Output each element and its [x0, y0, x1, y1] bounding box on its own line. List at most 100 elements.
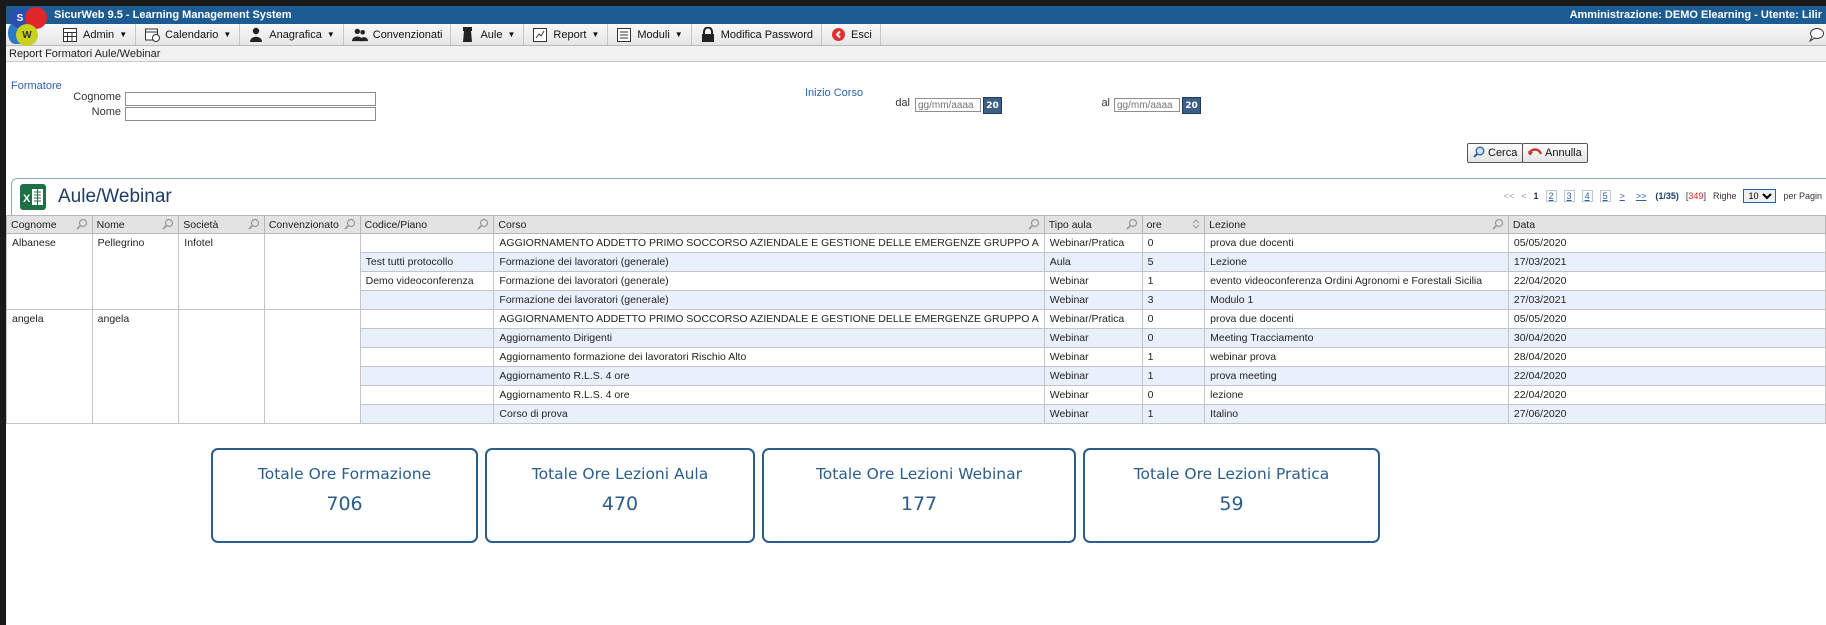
chat-icon[interactable] — [1808, 27, 1824, 45]
cognome-input[interactable] — [125, 92, 376, 106]
column-header-label: Lezione — [1209, 218, 1246, 231]
menu-anagrafica-label: Anagrafica — [269, 28, 322, 41]
menu-report[interactable]: Report ▼ — [524, 24, 609, 45]
cell-data: 05/05/2020 — [1507, 309, 1826, 329]
cell-corso: Aggiornamento R.L.S. 4 ore — [493, 385, 1045, 405]
cell-codice: Demo videoconferenza — [359, 271, 495, 291]
dal-calendar-icon[interactable]: 20 — [983, 97, 1002, 114]
cell-convenzionato — [263, 309, 361, 424]
inizio-corso-label: Inizio Corso — [805, 87, 864, 99]
total-card-label: Totale Ore Formazione — [257, 465, 432, 483]
column-header[interactable]: Società — [178, 215, 265, 234]
cell-ore: 0 — [1141, 385, 1206, 405]
calendar-icon — [144, 27, 160, 43]
column-search-icon[interactable] — [1126, 218, 1138, 233]
menu-convenzionati-label: Convenzionati — [372, 28, 443, 41]
cell-nome: angela — [91, 309, 180, 424]
nome-input[interactable] — [125, 107, 376, 121]
cell-corso: Formazione dei lavoratori (generale) — [493, 271, 1045, 291]
pager-page-link[interactable]: 3 — [1563, 190, 1575, 202]
per-page-label: per Pagin — [1783, 191, 1822, 201]
column-header[interactable]: Corso — [493, 215, 1045, 234]
cell-lezione: Modulo 1 — [1204, 290, 1509, 310]
cell-tipo: Webinar — [1043, 271, 1143, 291]
total-card-label: Totale Ore Lezioni Aula — [531, 465, 709, 483]
cell-corso: AGGIORNAMENTO ADDETTO PRIMO SOCCORSO AZI… — [493, 233, 1045, 253]
column-header-label: Cognome — [11, 218, 57, 231]
column-search-icon[interactable] — [1492, 218, 1504, 233]
column-header[interactable]: Convenzionato — [263, 215, 361, 234]
cell-ore: 3 — [1141, 290, 1206, 310]
cell-corso: Formazione dei lavoratori (generale) — [493, 290, 1045, 310]
dal-date-input[interactable] — [915, 98, 981, 112]
menu-calendario[interactable]: Calendario ▼ — [136, 24, 241, 45]
menu-aule[interactable]: Aule ▼ — [451, 24, 525, 45]
al-calendar-icon[interactable]: 20 — [1182, 97, 1201, 114]
admin-grid-icon — [62, 27, 78, 43]
menu-esci[interactable]: Esci — [822, 24, 881, 45]
cell-lezione: Meeting Tracciamento — [1204, 328, 1509, 348]
total-card-value: 59 — [1219, 493, 1244, 515]
pagination: << < 1 2 3 4 5 > >> (1/35) [349] Righe 1… — [1504, 189, 1822, 203]
excel-export-icon[interactable]: X — [20, 184, 46, 210]
table-row[interactable]: angela angela AGGIORNAMENTO ADDETTO PRIMO … — [6, 309, 1826, 424]
totale-ore-pratica-card: Totale Ore Lezioni Pratica 59 — [1083, 448, 1380, 543]
exit-icon — [830, 27, 846, 43]
sicurweb-logo[interactable]: S W — [8, 7, 54, 50]
cell-data: 22/04/2020 — [1507, 366, 1826, 386]
table-row[interactable]: Albanese Pellegrino Infotel AGGIORNAMENTO A… — [6, 233, 1826, 310]
menu-admin[interactable]: Admin ▼ — [54, 24, 137, 45]
column-search-icon[interactable] — [76, 218, 88, 233]
cell-codice — [359, 309, 495, 329]
column-header[interactable]: Data — [1507, 215, 1826, 234]
menu-anagrafica[interactable]: Anagrafica ▼ — [240, 24, 344, 45]
column-search-icon[interactable] — [248, 218, 260, 233]
column-header[interactable]: Nome — [91, 215, 180, 234]
column-header[interactable]: ore — [1141, 215, 1206, 234]
app-window: SicurWeb 9.5 - Learning Management Syste… — [6, 6, 1826, 625]
section-title: Aule/Webinar — [58, 186, 172, 207]
cell-lezione: Italino — [1204, 404, 1509, 424]
column-search-icon[interactable] — [344, 218, 356, 233]
column-header-label: Nome — [96, 218, 125, 231]
menu-aule-label: Aule — [480, 28, 503, 41]
cell-societa: Infotel — [178, 233, 265, 310]
cell-tipo: Webinar — [1043, 404, 1143, 424]
al-label: al — [1101, 97, 1110, 109]
al-date-input[interactable] — [1114, 98, 1180, 112]
sort-icon[interactable] — [1192, 218, 1200, 233]
column-header[interactable]: Lezione — [1204, 215, 1509, 234]
cerca-button[interactable]: Cerca — [1467, 143, 1524, 163]
column-header[interactable]: Tipo aula — [1043, 215, 1143, 234]
classroom-icon — [459, 27, 475, 43]
cell-ore: 0 — [1141, 328, 1206, 348]
column-search-icon[interactable] — [1028, 218, 1040, 233]
column-search-icon[interactable] — [477, 218, 489, 233]
totale-ore-aula-card: Totale Ore Lezioni Aula 470 — [485, 448, 755, 543]
menu-convenzionati[interactable]: Convenzionati — [344, 24, 452, 45]
pager-first[interactable]: << — [1504, 191, 1515, 201]
cell-data: 27/06/2020 — [1507, 404, 1826, 424]
total-card-value: 706 — [326, 493, 363, 515]
pager-prev[interactable]: < — [1521, 191, 1526, 201]
cell-codice — [359, 385, 495, 405]
pager-page-link[interactable]: 4 — [1581, 190, 1593, 202]
title-bar: SicurWeb 9.5 - Learning Management Syste… — [6, 6, 1826, 24]
menu-moduli[interactable]: Moduli ▼ — [608, 24, 692, 45]
annulla-button[interactable]: Annulla — [1522, 143, 1588, 163]
menu-modifica-password-label: Modifica Password — [720, 28, 814, 41]
pager-last[interactable]: >> — [1634, 191, 1649, 201]
cell-data: 27/03/2021 — [1507, 290, 1826, 310]
dal-label: dal — [895, 97, 910, 109]
rows-per-page-select[interactable]: 10 — [1743, 189, 1777, 203]
cell-data: 05/05/2020 — [1507, 233, 1826, 253]
report-table: Cognome Nome Società Convenzionato Codice/Pi… — [6, 215, 1826, 424]
column-header[interactable]: Codice/Piano — [359, 215, 495, 234]
pager-page-link[interactable]: 5 — [1599, 190, 1611, 202]
pager-next[interactable]: > — [1618, 191, 1627, 201]
column-header[interactable]: Cognome — [6, 215, 93, 234]
modules-icon — [616, 27, 632, 43]
pager-page-link[interactable]: 2 — [1545, 190, 1557, 202]
menu-modifica-password[interactable]: Modifica Password — [692, 24, 823, 45]
column-search-icon[interactable] — [162, 218, 174, 233]
